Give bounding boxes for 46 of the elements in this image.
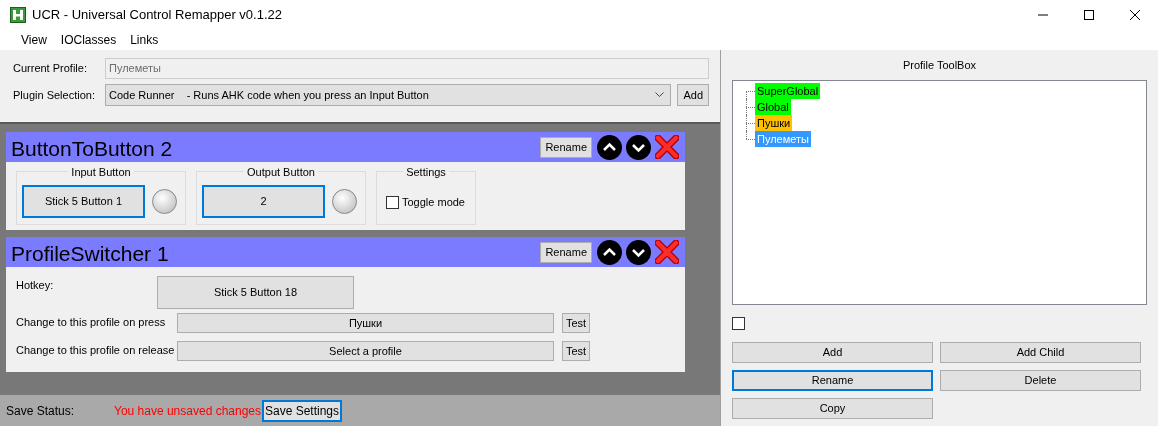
current-profile-field[interactable]: Пулеметы — [105, 58, 709, 79]
toolbox-button[interactable]: Rename — [732, 370, 933, 391]
app-icon — [10, 7, 26, 23]
chevron-down-icon — [655, 92, 665, 98]
toolbox-button[interactable]: Add Child — [940, 342, 1141, 363]
plugin-dropdown[interactable]: Code Runner - Runs AHK code when you press an Input Button — [105, 84, 672, 106]
save-settings-button[interactable]: Save Settings — [262, 399, 342, 422]
test-button[interactable]: Test — [562, 313, 590, 333]
dropdown-value: Code Runner - Runs AHK code when you press an Input Button — [109, 87, 430, 103]
move-down-icon[interactable] — [626, 134, 651, 160]
binding-button[interactable]: Stick 5 Button 1 — [22, 185, 145, 218]
field-label: Plugin Selection: — [13, 87, 96, 103]
status-label: Save Status: — [6, 402, 76, 420]
window-title: UCR - Universal Control Remapper v0.1.22 — [32, 6, 282, 25]
panel-title: Profile ToolBox — [901, 57, 978, 73]
toolbox-button[interactable]: Add — [732, 342, 933, 363]
plugin-title: ButtonToButton 2 — [10, 138, 174, 159]
test-button[interactable]: Test — [562, 341, 590, 361]
profile-select-button[interactable]: Select a profile — [177, 341, 554, 361]
move-down-icon[interactable] — [626, 239, 651, 265]
hotkey-button[interactable]: Stick 5 Button 18 — [157, 276, 354, 309]
field-label: Change to this profile on release — [16, 343, 176, 358]
tree-item[interactable]: Пушки — [755, 115, 793, 131]
menu-item[interactable]: Links — [123, 31, 166, 49]
menu-item[interactable]: View — [14, 31, 54, 49]
binding-button[interactable]: 2 — [202, 185, 325, 218]
checkbox-box[interactable] — [386, 195, 399, 209]
profile-select-button[interactable]: Пушки — [177, 313, 554, 333]
checkbox[interactable]: Toggle mode — [386, 193, 465, 211]
move-up-icon[interactable] — [597, 134, 622, 160]
move-up-icon[interactable] — [597, 239, 622, 265]
menu-item[interactable]: IOClasses — [53, 31, 124, 49]
rename-button[interactable]: Rename — [540, 241, 592, 263]
status-message: You have unsaved changes — [114, 402, 262, 420]
toolbox-button[interactable]: Delete — [940, 370, 1141, 391]
checkbox[interactable] — [732, 317, 745, 330]
plugin-title: ProfileSwitcher 1 — [10, 243, 170, 264]
field-label: Change to this profile on press — [16, 315, 167, 330]
tree-item[interactable]: SuperGlobal — [755, 83, 821, 99]
tree-item[interactable]: Global — [755, 99, 791, 115]
field-label: Current Profile: — [13, 61, 88, 77]
toolbox-button[interactable]: Copy — [732, 398, 933, 419]
checkbox-label: Toggle mode — [402, 194, 465, 210]
field-label: Hotkey: — [16, 278, 55, 293]
add-plugin-button[interactable]: Add — [677, 84, 709, 106]
rename-button[interactable]: Rename — [540, 136, 592, 158]
